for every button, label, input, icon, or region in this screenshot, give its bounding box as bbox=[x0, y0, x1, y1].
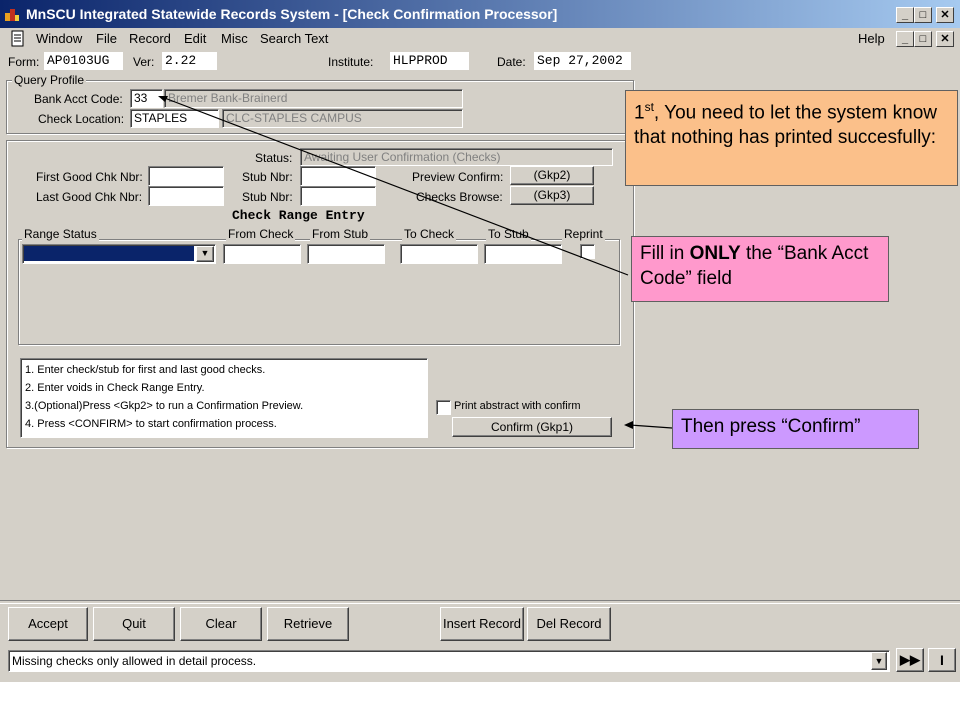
mdi-close-icon[interactable]: ✕ bbox=[936, 31, 954, 47]
confirm-callout: Then press “Confirm” bbox=[672, 409, 919, 449]
instruction-line-3: 3.(Optional)Press <Gkp2> to run a Confir… bbox=[25, 400, 304, 412]
app-logo-icon bbox=[4, 6, 20, 22]
document-icon[interactable] bbox=[10, 30, 26, 48]
step1-number: 1 bbox=[634, 102, 645, 124]
to-stub-input[interactable] bbox=[484, 244, 562, 264]
status-label: Status: bbox=[255, 151, 293, 165]
reprint-header: Reprint bbox=[562, 227, 605, 241]
menu-search-text[interactable]: Search Text bbox=[260, 31, 328, 46]
status-message-bar: Missing checks only allowed in detail pr… bbox=[8, 650, 890, 672]
chevron-down-icon[interactable]: ▼ bbox=[196, 246, 214, 262]
fill-callout: Fill in ONLY the “Bank Acct Code” field bbox=[631, 236, 889, 302]
first-stub-nbr-input[interactable] bbox=[300, 166, 376, 186]
mdi-minimize-icon[interactable]: _ bbox=[896, 31, 914, 47]
mdi-restore-icon[interactable]: □ bbox=[914, 31, 932, 47]
accept-button[interactable]: Accept bbox=[8, 607, 88, 641]
to-check-header: To Check bbox=[402, 227, 457, 241]
range-status-select[interactable]: ▼ bbox=[22, 244, 216, 264]
menu-edit[interactable]: Edit bbox=[184, 31, 206, 46]
form-label: Form: bbox=[8, 55, 40, 69]
check-location-input[interactable]: STAPLES bbox=[130, 109, 219, 128]
retrieve-button[interactable]: Retrieve bbox=[267, 607, 349, 641]
insert-record-button[interactable]: Insert Record bbox=[440, 607, 524, 641]
preview-confirm-label: Preview Confirm: bbox=[412, 170, 504, 184]
menu-window[interactable]: Window bbox=[36, 31, 82, 46]
ver-label: Ver: bbox=[133, 55, 155, 69]
step1-callout: 1st, You need to let the system know tha… bbox=[625, 90, 958, 186]
minimize-icon[interactable]: _ bbox=[896, 7, 914, 23]
from-stub-input[interactable] bbox=[307, 244, 385, 264]
instruction-line-2: 2. Enter voids in Check Range Entry. bbox=[25, 382, 205, 394]
last-stub-nbr-label: Stub Nbr: bbox=[242, 190, 293, 204]
bank-name-field: Bremer Bank-Brainerd bbox=[164, 89, 463, 108]
status-field: Awaiting User Confirmation (Checks) bbox=[300, 148, 613, 166]
first-good-chk-input[interactable] bbox=[148, 166, 224, 186]
instruction-line-1: 1. Enter check/stub for first and last g… bbox=[25, 364, 266, 376]
checks-browse-button[interactable]: (Gkp3) bbox=[510, 186, 594, 205]
check-range-entry-title: Check Range Entry bbox=[232, 208, 365, 223]
print-abstract-label: Print abstract with confirm bbox=[454, 400, 581, 412]
quit-button[interactable]: Quit bbox=[93, 607, 175, 641]
maximize-icon[interactable]: □ bbox=[914, 7, 932, 23]
step1-superscript: st bbox=[644, 100, 654, 114]
range-status-header: Range Status bbox=[22, 227, 99, 241]
fast-forward-icon[interactable]: ▶▶ bbox=[896, 648, 924, 672]
status-message: Missing checks only allowed in detail pr… bbox=[12, 654, 257, 668]
print-abstract-checkbox[interactable] bbox=[436, 400, 451, 415]
institute-label: Institute: bbox=[328, 55, 374, 69]
preview-confirm-button[interactable]: (Gkp2) bbox=[510, 166, 594, 185]
fill-bold: ONLY bbox=[689, 243, 741, 264]
to-stub-header: To Stub bbox=[486, 227, 531, 241]
to-check-input[interactable] bbox=[400, 244, 478, 264]
from-stub-header: From Stub bbox=[310, 227, 371, 241]
location-name-field: CLC-STAPLES CAMPUS bbox=[222, 109, 463, 128]
bank-acct-code-input[interactable]: 33 bbox=[130, 89, 163, 108]
from-check-input[interactable] bbox=[223, 244, 301, 264]
del-record-button[interactable]: Del Record bbox=[527, 607, 611, 641]
query-profile-title: Query Profile bbox=[12, 73, 87, 87]
fill-prefix: Fill in bbox=[640, 243, 690, 264]
close-icon[interactable]: ✕ bbox=[936, 7, 954, 23]
instructions-box: 1. Enter check/stub for first and last g… bbox=[20, 358, 428, 438]
text-cursor-icon[interactable]: I bbox=[928, 648, 956, 672]
ver-field: 2.22 bbox=[162, 52, 217, 70]
last-good-chk-label: Last Good Chk Nbr: bbox=[36, 190, 143, 204]
date-field: Sep 27,2002 bbox=[534, 52, 631, 70]
window-title: MnSCU Integrated Statewide Records Syste… bbox=[26, 6, 558, 22]
first-good-chk-label: First Good Chk Nbr: bbox=[36, 170, 143, 184]
step1-text: , You need to let the system know that n… bbox=[634, 102, 937, 149]
check-location-label: Check Location: bbox=[38, 112, 125, 126]
confirm-button[interactable]: Confirm (Gkp1) bbox=[452, 417, 612, 437]
first-stub-nbr-label: Stub Nbr: bbox=[242, 170, 293, 184]
bank-acct-label: Bank Acct Code: bbox=[34, 92, 123, 106]
from-check-header: From Check bbox=[226, 227, 296, 241]
status-dropdown-icon[interactable]: ▼ bbox=[871, 652, 887, 670]
menu-help[interactable]: Help bbox=[858, 31, 885, 46]
date-label: Date: bbox=[497, 55, 526, 69]
checks-browse-label: Checks Browse: bbox=[416, 190, 503, 204]
bottom-divider bbox=[0, 600, 960, 604]
last-stub-nbr-input[interactable] bbox=[300, 186, 376, 206]
instruction-line-4: 4. Press <CONFIRM> to start confirmation… bbox=[25, 418, 277, 430]
clear-button[interactable]: Clear bbox=[180, 607, 262, 641]
reprint-checkbox[interactable] bbox=[580, 244, 595, 259]
menu-record[interactable]: Record bbox=[129, 31, 171, 46]
menu-file[interactable]: File bbox=[96, 31, 117, 46]
form-field: AP0103UG bbox=[44, 52, 123, 70]
range-status-selected bbox=[24, 246, 194, 261]
last-good-chk-input[interactable] bbox=[148, 186, 224, 206]
menu-misc[interactable]: Misc bbox=[221, 31, 248, 46]
institute-field: HLPPROD bbox=[390, 52, 469, 70]
